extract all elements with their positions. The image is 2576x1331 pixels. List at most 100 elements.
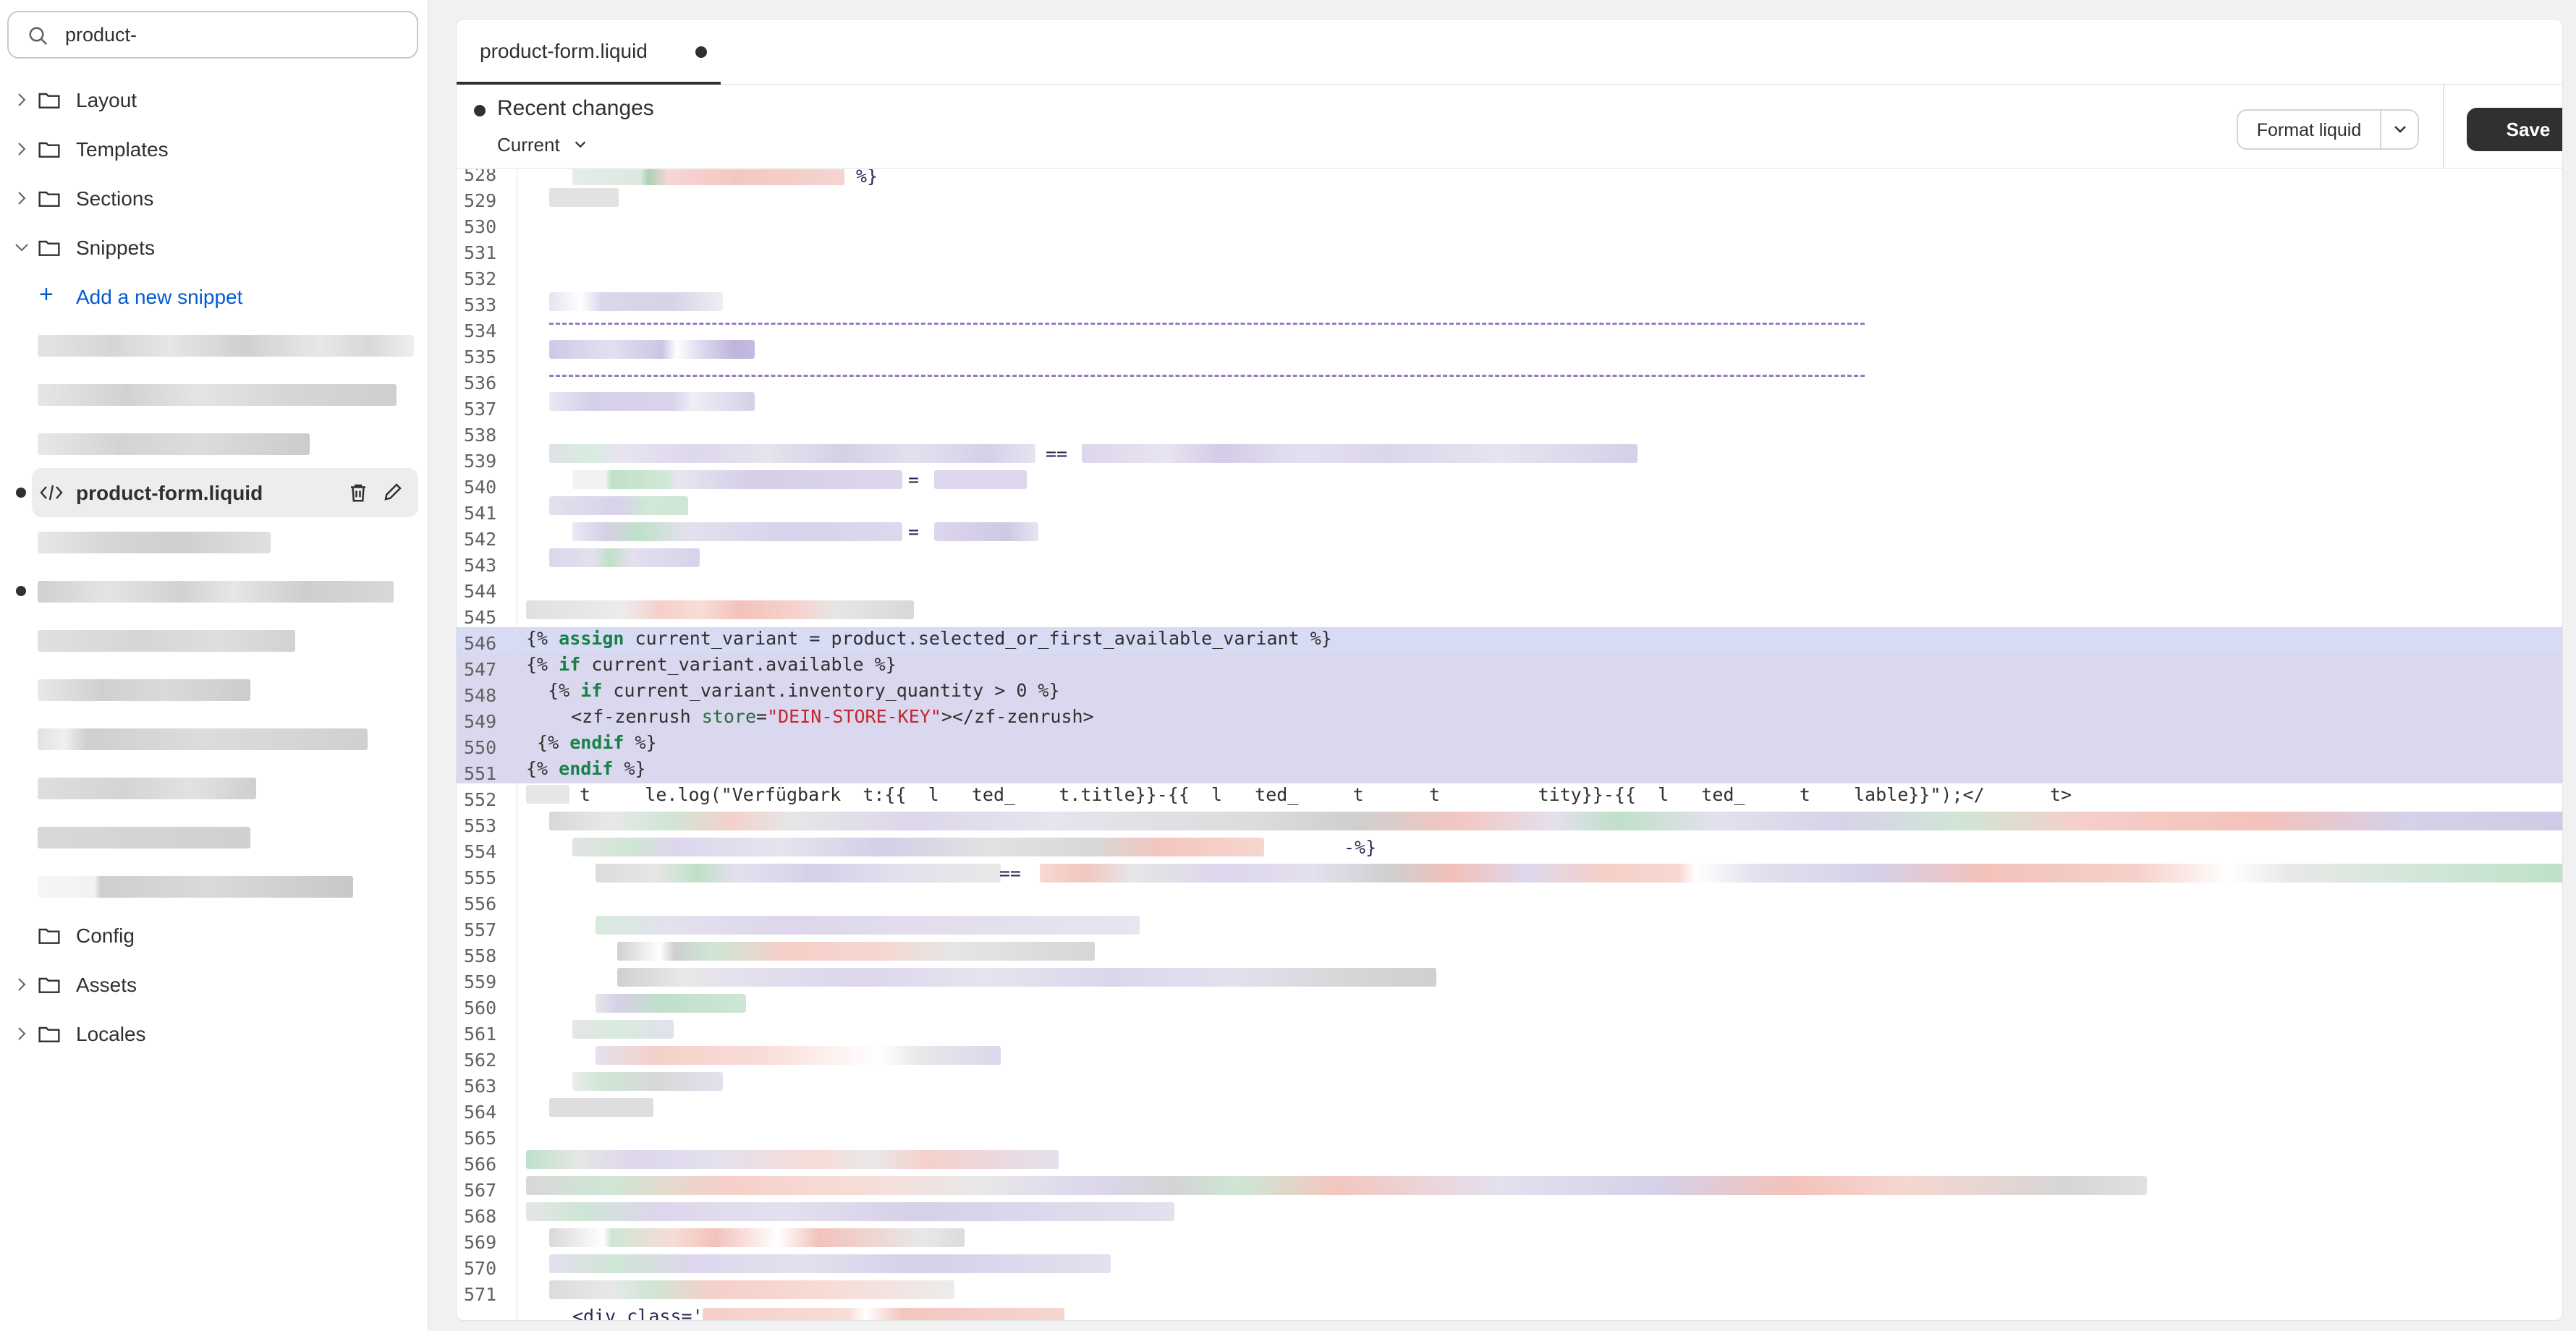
trash-icon[interactable] xyxy=(347,481,369,504)
blurred-file-item[interactable] xyxy=(38,335,414,357)
file-label: product-form.liquid xyxy=(76,482,263,504)
folder-icon xyxy=(38,142,60,158)
blurred-code xyxy=(549,812,2562,830)
blurred-file-item[interactable] xyxy=(38,581,394,603)
code-area[interactable]: 528 529 530 531 532 533 534 535 536 537 538 539 540 5… xyxy=(457,169,2562,1321)
line-number: 566 xyxy=(464,1154,497,1175)
blurred-file-item[interactable] xyxy=(38,630,295,652)
blurred-file-item[interactable] xyxy=(38,778,256,799)
line-number: 554 xyxy=(464,841,497,862)
line-number-gutter: 528 529 530 531 532 533 534 535 536 537 538 539 540 5… xyxy=(457,169,517,1320)
code-line-549: {% endif %} xyxy=(526,732,657,753)
chevron-right-icon[interactable] xyxy=(13,190,30,207)
line-number: 537 xyxy=(464,399,497,420)
line-number: 533 xyxy=(464,294,497,315)
folder-assets[interactable]: Assets xyxy=(0,960,428,1009)
line-number: 552 xyxy=(464,789,497,810)
unsaved-dot xyxy=(695,46,707,58)
blurred-code xyxy=(549,444,1035,463)
add-snippet-button[interactable]: + Add a new snippet xyxy=(0,272,428,321)
file-product-form[interactable]: product-form.liquid xyxy=(32,468,418,517)
blurred-file-item[interactable] xyxy=(38,876,353,898)
recent-changes-dot xyxy=(474,105,486,116)
folder-config[interactable]: Config xyxy=(0,911,428,960)
blurred-file-item[interactable] xyxy=(38,679,250,701)
blurred-code xyxy=(617,942,1095,961)
blurred-file-item[interactable] xyxy=(38,433,310,455)
divider-line xyxy=(549,375,1865,377)
modified-dot xyxy=(16,488,26,498)
chevron-down-icon[interactable] xyxy=(13,239,30,256)
chevron-right-icon[interactable] xyxy=(13,1025,30,1042)
folder-label: Locales xyxy=(76,1023,146,1045)
chevron-down-icon[interactable] xyxy=(2391,121,2409,138)
blurred-file-item[interactable] xyxy=(38,728,368,750)
folder-icon xyxy=(38,191,60,207)
pencil-icon[interactable] xyxy=(382,481,404,503)
search-icon xyxy=(29,27,48,46)
code-operator: == xyxy=(999,863,1022,884)
folder-locales[interactable]: Locales xyxy=(0,1009,428,1058)
blurred-code xyxy=(549,1228,965,1247)
line-number: 534 xyxy=(464,320,497,341)
folder-templates[interactable]: Templates xyxy=(0,124,428,174)
chevron-right-icon[interactable] xyxy=(13,140,30,158)
recent-changes-title: Recent changes xyxy=(497,96,654,120)
blurred-code xyxy=(617,968,1436,987)
blurred-code xyxy=(572,169,844,185)
tab-bar: product-form.liquid xyxy=(457,20,2562,85)
chevron-down-icon[interactable] xyxy=(572,137,588,153)
line-number: 561 xyxy=(464,1024,497,1045)
line-number: 553 xyxy=(464,815,497,836)
chevron-right-icon[interactable] xyxy=(13,976,30,993)
code-line-571: <div class=' xyxy=(572,1306,703,1321)
blurred-code xyxy=(934,470,1027,489)
save-button[interactable]: Save xyxy=(2467,108,2562,151)
folder-layout[interactable]: Layout xyxy=(0,75,428,124)
line-number: 563 xyxy=(464,1076,497,1097)
blurred-file-item[interactable] xyxy=(38,827,250,849)
add-snippet-label: Add a new snippet xyxy=(76,286,243,308)
line-number: 570 xyxy=(464,1258,497,1279)
code-operator: = xyxy=(908,469,920,490)
line-number: 541 xyxy=(464,503,497,524)
line-number: 549 xyxy=(464,711,497,732)
blurred-code xyxy=(526,1176,2147,1195)
blurred-code xyxy=(572,522,902,541)
line-number: 556 xyxy=(464,893,497,914)
folder-label: Assets xyxy=(76,974,137,996)
blurred-code xyxy=(572,838,1264,856)
blurred-code xyxy=(572,1072,723,1091)
version-select[interactable]: Current xyxy=(497,134,560,156)
line-number: 555 xyxy=(464,867,497,888)
line-number: 548 xyxy=(464,685,497,706)
line-number: 569 xyxy=(464,1232,497,1253)
line-number: 532 xyxy=(464,268,497,289)
tab-product-form[interactable]: product-form.liquid xyxy=(457,20,721,85)
blurred-code xyxy=(934,522,1038,541)
chevron-right-icon[interactable] xyxy=(13,91,30,109)
format-liquid-button[interactable]: Format liquid xyxy=(2237,109,2419,150)
blurred-code xyxy=(549,340,755,359)
folder-icon xyxy=(38,1026,60,1042)
blurred-code xyxy=(596,1046,1001,1065)
search-input[interactable] xyxy=(65,20,398,50)
line-number: 535 xyxy=(464,346,497,367)
tab-label: product-form.liquid xyxy=(480,40,648,62)
code-line-545: {% assign current_variant = product.sele… xyxy=(526,628,1332,649)
blurred-code xyxy=(549,1254,1111,1273)
file-search[interactable] xyxy=(7,11,418,59)
code-line-546: {% if current_variant.available %} xyxy=(526,654,897,675)
blurred-file-item[interactable] xyxy=(38,384,397,406)
blurred-code xyxy=(549,392,755,411)
code-line-547: {% if current_variant.inventory_quantity… xyxy=(526,680,1060,701)
folder-sections[interactable]: Sections xyxy=(0,174,428,223)
folder-label: Snippets xyxy=(76,237,155,259)
folder-snippets[interactable]: Snippets xyxy=(0,223,428,272)
folder-icon xyxy=(38,928,60,944)
line-number: 550 xyxy=(464,737,497,758)
blurred-file-item[interactable] xyxy=(38,532,271,553)
folder-label: Sections xyxy=(76,187,154,210)
format-liquid-label: Format liquid xyxy=(2256,120,2362,140)
folder-label: Layout xyxy=(76,89,137,111)
